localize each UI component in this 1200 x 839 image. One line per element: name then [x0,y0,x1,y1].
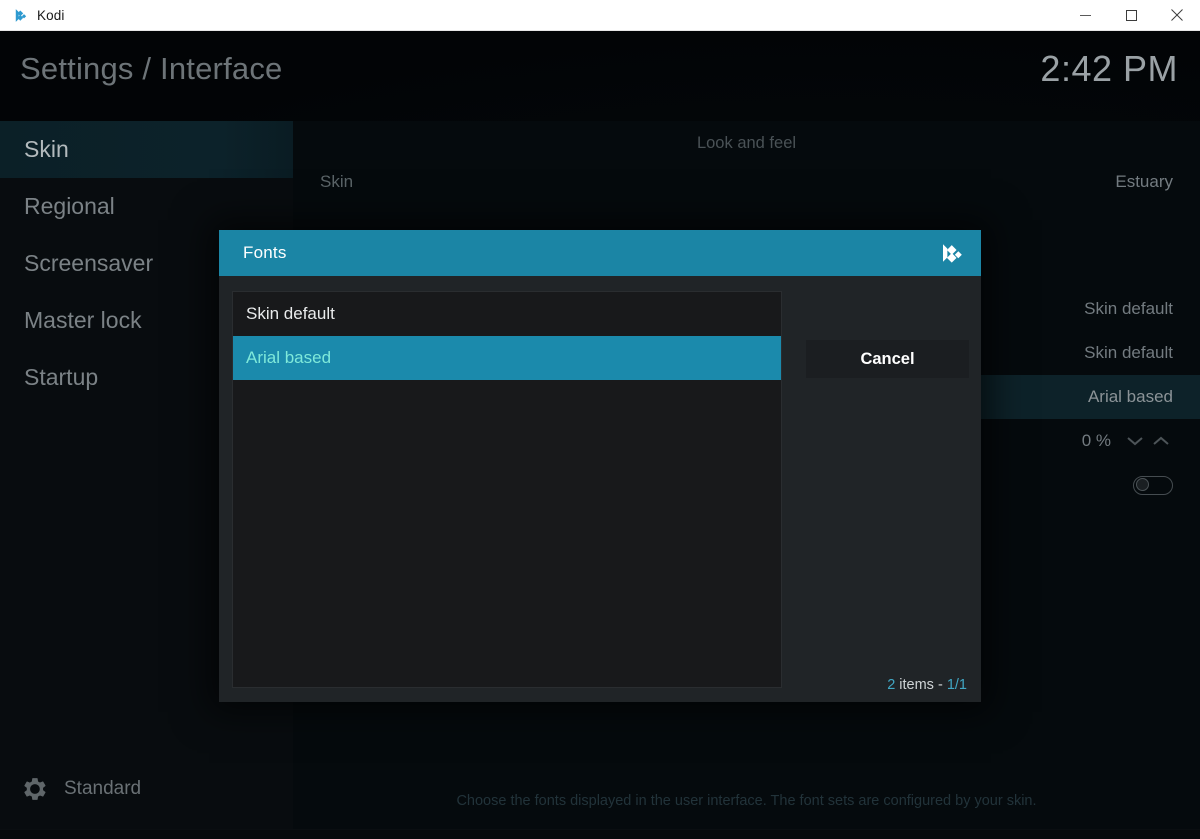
list-item[interactable]: Skin default [233,292,781,336]
sidebar-item-skin[interactable]: Skin [0,121,293,178]
sidebar-item-regional[interactable]: Regional [0,178,293,235]
dialog-title: Fonts [243,243,287,262]
maximize-icon[interactable] [1108,0,1154,31]
section-header: Look and feel [696,133,797,152]
sidebar-item-label: Screensaver [24,250,154,276]
toggle-knob [1136,478,1149,491]
breadcrumb: Settings / Interface [20,51,283,86]
item-count-status: 2 items - 1/1 [887,677,967,693]
setting-description: Choose the fonts displayed in the user i… [456,793,1037,809]
kodi-logo-icon [11,7,28,24]
setting-value: Arial based [1087,387,1173,406]
sidebar-item-label: Regional [24,193,115,219]
kodi-app-surface: Settings / Interface 2:42 PM Skin Region… [0,31,1200,839]
setting-value-group [1133,475,1173,495]
setting-value-group: 0 % [1082,431,1173,451]
app-header: Settings / Interface 2:42 PM [0,31,1200,121]
gear-icon [22,776,48,802]
settings-level-label: Standard [64,778,142,799]
sidebar-item-label: Startup [24,364,99,390]
chevron-up-icon [1153,436,1169,445]
chevron-down-icon [1127,437,1143,446]
item-count-separator: items - [895,677,947,693]
setting-value: 0 % [1081,431,1111,450]
font-option-list[interactable]: Skin default Arial based [232,291,782,688]
cancel-button-label: Cancel [860,349,915,368]
kodi-logo-icon [933,237,967,269]
bottom-bar [0,829,1200,839]
window-titlebar: Kodi [0,0,1200,31]
clock: 2:42 PM [1040,48,1178,89]
sidebar-item-label: Master lock [24,307,142,333]
list-item-label: Skin default [246,304,335,323]
close-icon[interactable] [1154,0,1200,31]
setting-label: Skin [320,172,354,191]
page-indicator: 1/1 [946,677,967,693]
window-title: Kodi [37,7,65,23]
setting-value: Skin default [1084,299,1173,318]
settings-level-button[interactable]: Standard [22,776,141,802]
setting-value: Estuary [1115,172,1173,191]
toggle-switch[interactable] [1133,475,1173,495]
minimize-icon[interactable] [1062,0,1108,31]
cancel-button[interactable]: Cancel [806,340,969,378]
sidebar-item-label: Skin [24,136,69,162]
dialog-body: Skin default Arial based Cancel 2 items … [219,276,981,702]
dialog-header: Fonts [219,230,981,276]
spinner-controls[interactable] [1125,434,1173,448]
list-item-label: Arial based [246,348,332,367]
list-item[interactable]: Arial based [233,336,781,380]
fonts-dialog: Fonts Skin default Arial based Cancel 2 … [219,230,981,702]
setting-value: Skin default [1084,343,1173,362]
setting-row-skin[interactable]: Skin Estuary [293,160,1200,204]
